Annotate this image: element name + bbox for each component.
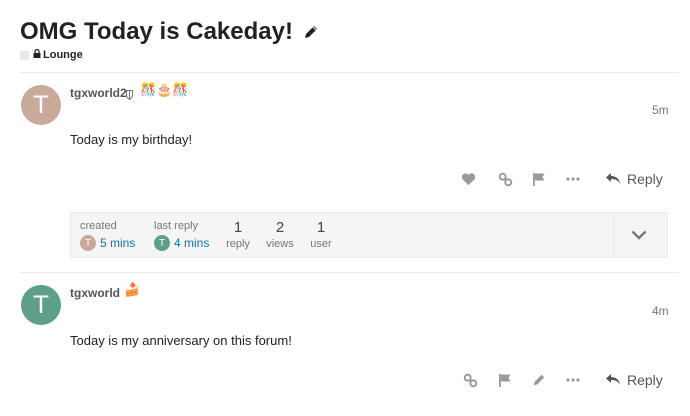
replies-count: 1 xyxy=(233,219,243,236)
flag-icon[interactable] xyxy=(531,171,547,187)
last-reply-label: last reply xyxy=(154,220,199,232)
category-badge[interactable]: Lounge xyxy=(20,48,83,61)
like-heart-icon[interactable] xyxy=(460,171,476,187)
user-flair-emoji: 🎊🎂🎊 xyxy=(140,83,189,98)
post-timestamp[interactable]: 5m xyxy=(652,103,669,117)
avatar[interactable]: T xyxy=(21,285,61,325)
category-color-swatch xyxy=(20,50,29,60)
lock-icon xyxy=(33,48,41,61)
topic-title[interactable]: OMG Today is Cakeday! xyxy=(20,18,293,46)
post-username[interactable]: tgxworld xyxy=(70,286,120,300)
reply-button[interactable]: Reply xyxy=(605,171,663,187)
topic-header: OMG Today is Cakeday! xyxy=(20,18,319,46)
views-label: views xyxy=(266,238,294,250)
more-options-icon[interactable] xyxy=(565,171,581,187)
post-body: Today is my birthday! xyxy=(70,132,193,147)
reply-button[interactable]: Reply xyxy=(605,372,663,388)
edit-pencil-icon[interactable] xyxy=(303,24,319,45)
divider xyxy=(20,272,679,273)
reply-arrow-icon xyxy=(606,173,620,184)
user-flair-emoji: 🍰 xyxy=(124,283,141,298)
link-icon[interactable] xyxy=(497,171,513,187)
replies-label: reply xyxy=(226,238,250,250)
users-label: user xyxy=(310,238,332,250)
edit-pencil-icon[interactable] xyxy=(531,372,547,388)
reply-label: Reply xyxy=(627,171,663,187)
divider xyxy=(613,213,614,257)
avatar[interactable]: T xyxy=(154,235,170,251)
created-label: created xyxy=(80,220,117,232)
category-name: Lounge xyxy=(43,49,83,61)
shield-icon xyxy=(126,87,133,105)
topic-map: created T 5 mins last reply T 4 mins 1 r… xyxy=(70,212,668,258)
reply-arrow-icon xyxy=(606,374,620,385)
avatar[interactable]: T xyxy=(21,85,61,125)
more-options-icon[interactable] xyxy=(565,372,581,388)
post-username[interactable]: tgxworld2 xyxy=(70,86,127,100)
avatar[interactable]: T xyxy=(80,235,96,251)
post-body: Today is my anniversary on this forum! xyxy=(70,333,292,348)
divider xyxy=(20,72,679,73)
chevron-down-icon[interactable] xyxy=(631,227,647,245)
flag-icon[interactable] xyxy=(497,372,513,388)
views-count: 2 xyxy=(275,219,285,236)
last-reply-time-link[interactable]: 4 mins xyxy=(174,236,209,250)
users-count: 1 xyxy=(316,219,326,236)
created-time-link[interactable]: 5 mins xyxy=(100,236,135,250)
post-timestamp[interactable]: 4m xyxy=(652,304,669,318)
reply-label: Reply xyxy=(627,372,663,388)
link-icon[interactable] xyxy=(462,372,478,388)
